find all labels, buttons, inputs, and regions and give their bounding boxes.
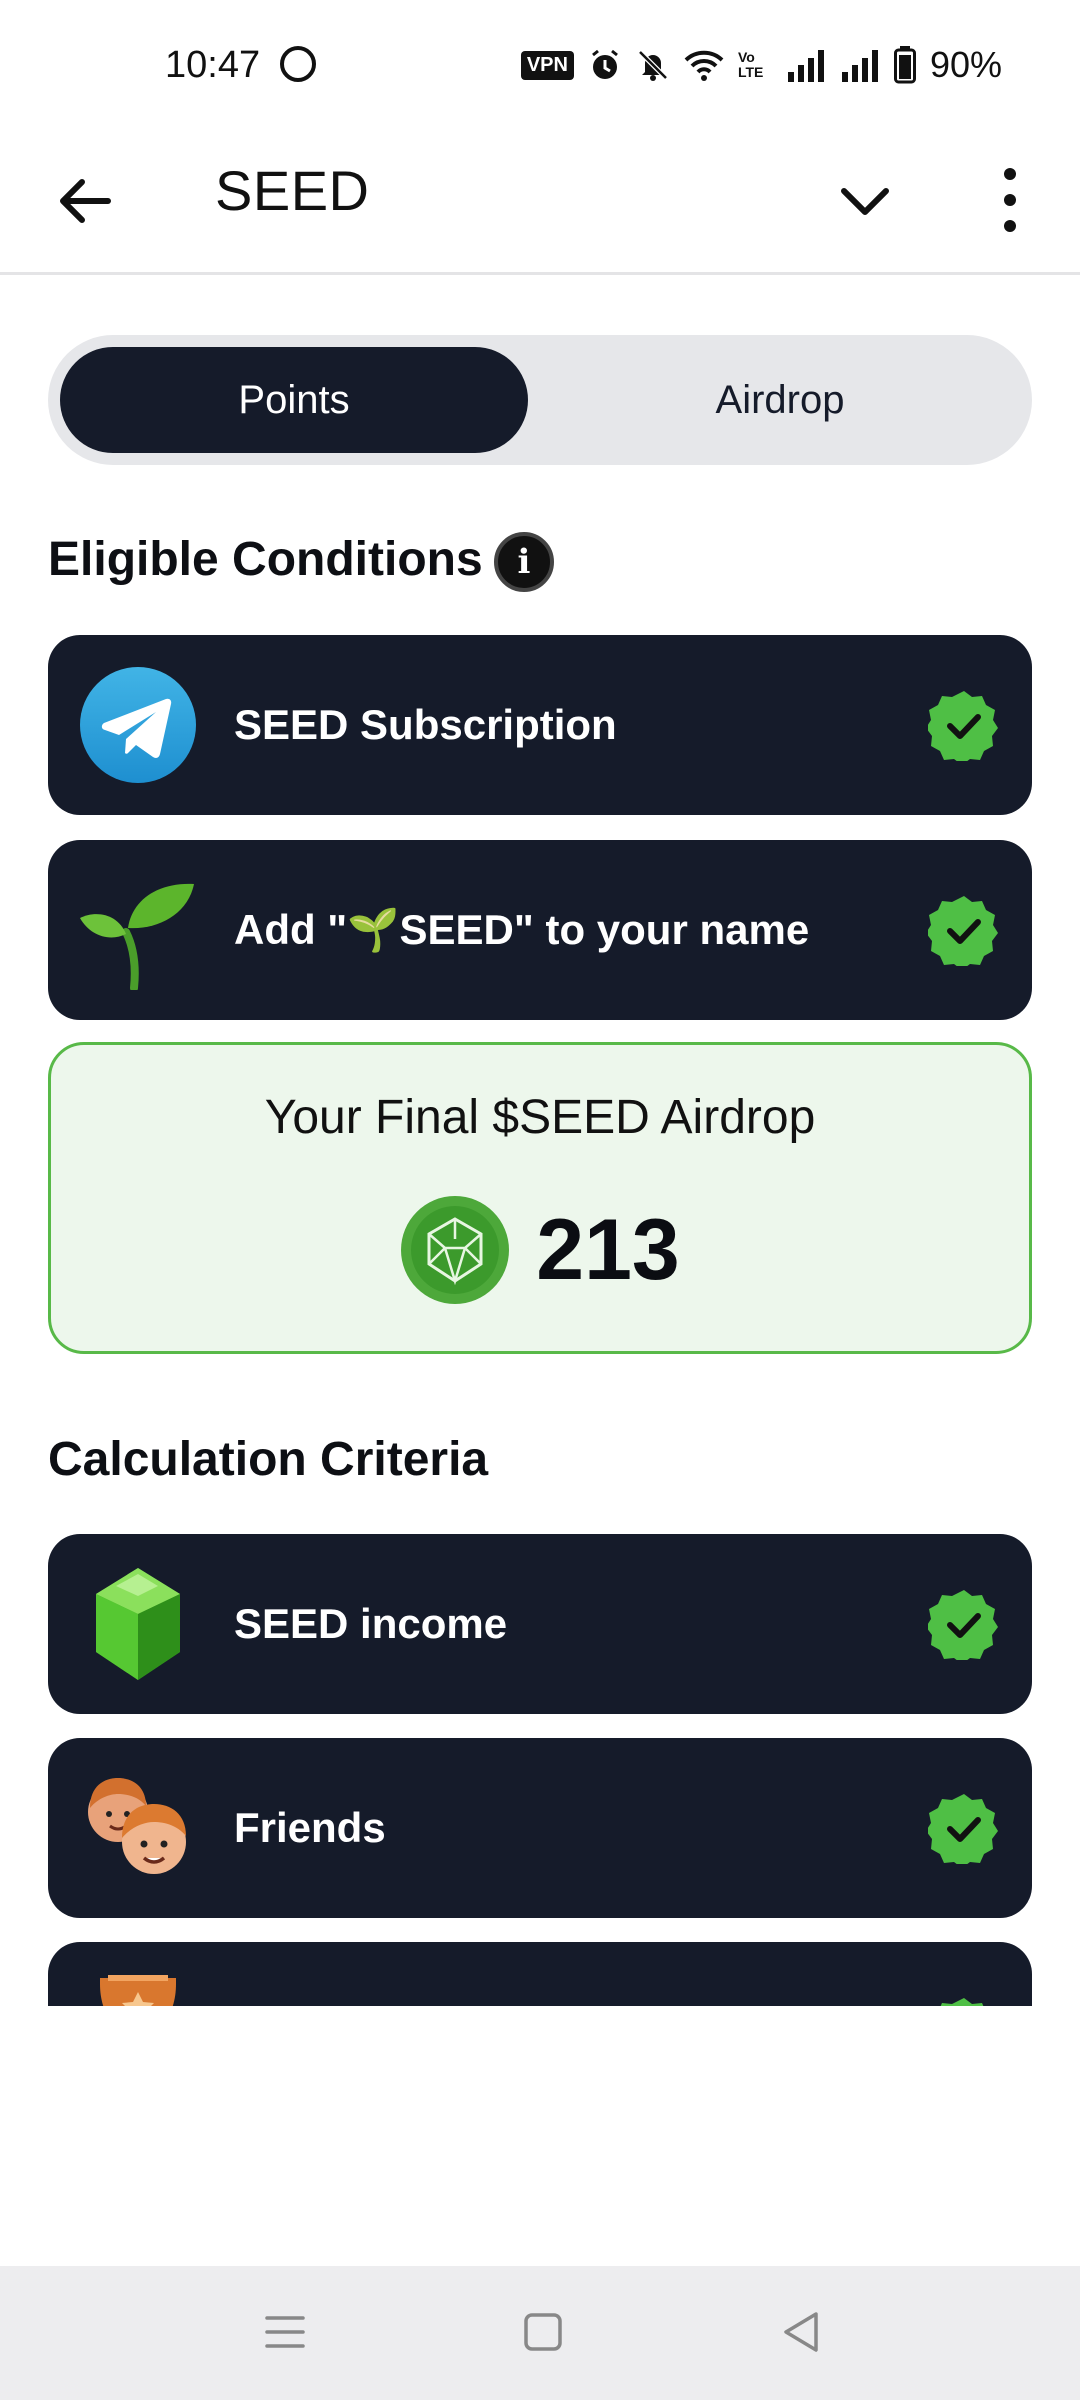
criteria-label: Friends — [234, 1804, 386, 1851]
vpn-icon: VPN — [520, 50, 574, 80]
signal-icon — [787, 50, 824, 82]
check-badge-icon — [928, 1590, 998, 1660]
criteria-card-income[interactable]: SEED income — [48, 1534, 1032, 1714]
condition-card-subscription[interactable]: SEED Subscription — [48, 635, 1032, 815]
condition-label: Add "🌱SEED" to your name — [234, 905, 810, 953]
friends-icon — [88, 1778, 186, 1874]
chevron-down-icon[interactable] — [830, 166, 900, 236]
page-title: SEED — [215, 159, 370, 222]
trophy-icon — [100, 1975, 176, 2006]
telegram-icon — [80, 667, 196, 783]
sprout-icon — [80, 883, 194, 990]
alarm-icon — [592, 49, 618, 79]
more-vertical-icon[interactable] — [980, 160, 1040, 240]
check-badge-icon — [940, 1998, 984, 2006]
condition-label: SEED Subscription — [234, 701, 617, 748]
calculation-criteria-title: Calculation Criteria — [48, 1433, 489, 1486]
battery-percent: 90% — [929, 44, 1002, 85]
home-icon[interactable] — [513, 2302, 573, 2362]
menu-icon[interactable] — [255, 2302, 315, 2362]
check-badge-icon — [928, 691, 998, 761]
battery-icon — [893, 46, 916, 84]
wifi-icon — [684, 50, 724, 81]
airdrop-title: Your Final $SEED Airdrop — [264, 1091, 816, 1144]
tab-airdrop[interactable]: Airdrop — [540, 347, 1020, 453]
airdrop-amount-row: 213 — [51, 1195, 1029, 1305]
back-triangle-icon[interactable] — [772, 2302, 832, 2362]
check-badge-icon — [928, 1794, 998, 1864]
whatsapp-icon — [280, 46, 316, 82]
scroll-clip — [0, 1940, 1080, 2006]
airdrop-amount: 213 — [536, 1201, 680, 1298]
app-bar: SEED — [0, 130, 1080, 275]
check-badge-icon — [928, 896, 998, 966]
volte-icon: Vo LTE — [737, 49, 764, 80]
criteria-label: SEED income — [234, 1600, 508, 1647]
seed-coin-icon — [401, 1196, 510, 1304]
system-nav-bar — [0, 2266, 1080, 2400]
status-icons: VPN Vo LTE 90% — [520, 44, 1002, 86]
eligible-conditions-title: Eligible Conditions — [48, 533, 483, 586]
status-time: 10:47 — [165, 44, 261, 86]
green-gem-icon — [96, 1568, 180, 1680]
info-icon[interactable]: i — [494, 532, 554, 592]
tab-switcher: Points Airdrop — [48, 335, 1032, 465]
status-bar: 10:47 VPN Vo LTE 90% — [0, 0, 1080, 130]
criteria-card-friends[interactable]: Friends — [48, 1738, 1032, 1918]
mute-icon — [638, 50, 668, 81]
condition-card-name[interactable]: Add "🌱SEED" to your name — [48, 840, 1032, 1020]
arrow-left-icon[interactable] — [50, 166, 120, 236]
signal-icon — [841, 50, 878, 82]
final-airdrop-panel: Your Final $SEED Airdrop 213 — [48, 1042, 1032, 1354]
criteria-card-trophy[interactable] — [48, 1942, 1032, 2006]
tab-points[interactable]: Points — [60, 347, 528, 453]
